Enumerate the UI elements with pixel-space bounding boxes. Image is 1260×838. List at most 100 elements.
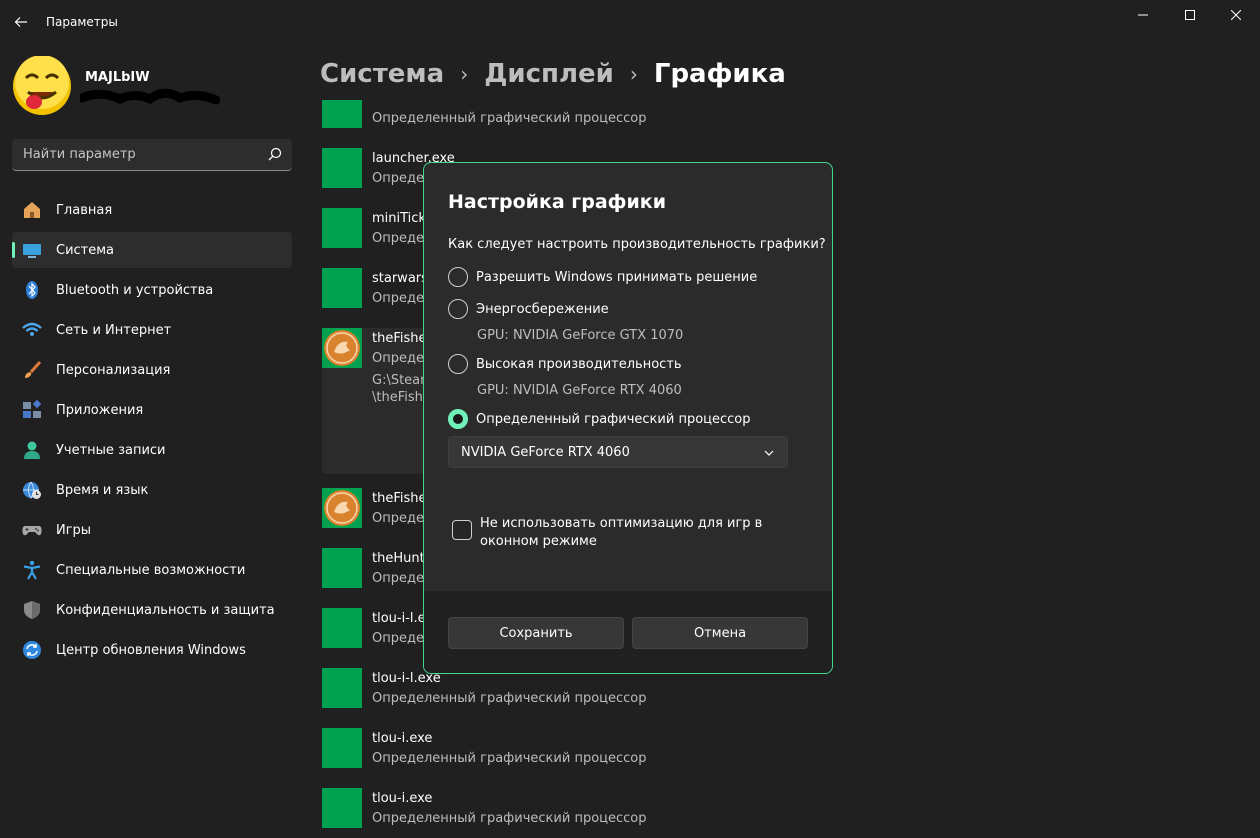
app-name: miniTick xyxy=(372,211,426,226)
sidebar-item-label: Время и язык xyxy=(56,483,149,498)
app-gpu-setting: Опреде xyxy=(372,351,424,366)
gpu-select[interactable]: NVIDIA GeForce RTX 4060 xyxy=(448,436,788,468)
chevron-right-icon: › xyxy=(629,62,638,86)
app-gpu-setting: Опреде xyxy=(372,171,424,186)
sidebar-item-personalization[interactable]: Персонализация xyxy=(12,352,292,388)
app-name: tlou-i.exe xyxy=(372,791,433,806)
sidebar-item-accounts[interactable]: Учетные записи xyxy=(12,432,292,468)
sidebar-item-network[interactable]: Сеть и Интернет xyxy=(12,312,292,348)
home-icon xyxy=(24,202,40,218)
close-button[interactable] xyxy=(1213,0,1259,30)
app-gpu-setting: Опреде xyxy=(372,631,424,646)
app-name: theFishe xyxy=(372,331,427,346)
app-name: tlou-i-l.e xyxy=(372,611,426,626)
search-box[interactable] xyxy=(12,139,292,171)
chevron-right-icon: › xyxy=(460,62,469,86)
app-icon xyxy=(322,100,362,128)
sidebar-item-label: Центр обновления Windows xyxy=(56,643,246,658)
sidebar-item-label: Специальные возможности xyxy=(56,563,246,578)
sidebar-item-accessibility[interactable]: Специальные возможности xyxy=(12,552,292,588)
app-gpu-setting: Опреде xyxy=(372,291,424,306)
radio-let-windows-decide[interactable] xyxy=(448,267,468,287)
gpu-note: GPU: NVIDIA GeForce RTX 4060 xyxy=(477,383,682,398)
sidebar-item-label: Сеть и Интернет xyxy=(56,323,172,338)
radio-label[interactable]: Определенный графический процессор xyxy=(476,412,751,427)
checkbox-label[interactable]: Не использовать оптимизацию для игр в ок… xyxy=(480,515,820,551)
sidebar-item-label: Конфиденциальность и защита xyxy=(56,603,275,618)
brush-icon xyxy=(25,360,42,378)
app-icon xyxy=(322,548,362,588)
gpu-select-value: NVIDIA GeForce RTX 4060 xyxy=(461,445,630,460)
sidebar-nav: Главная Система Bluetooth и устройства С… xyxy=(12,192,292,672)
back-arrow-icon xyxy=(14,17,27,27)
sidebar-item-time-language[interactable]: Время и язык xyxy=(12,472,292,508)
app-icon xyxy=(322,488,362,528)
system-display-icon xyxy=(23,244,41,258)
sidebar-item-gaming[interactable]: Игры xyxy=(12,512,292,548)
radio-label[interactable]: Высокая производительность xyxy=(476,357,682,372)
sidebar-item-windows-update[interactable]: Центр обновления Windows xyxy=(12,632,292,668)
close-icon xyxy=(1231,10,1241,20)
title-bar: Параметры xyxy=(0,0,1260,44)
app-gpu-setting: Опреде xyxy=(372,231,424,246)
user-name: MAJLbIW xyxy=(85,70,150,85)
accessibility-icon xyxy=(23,560,41,580)
breadcrumb-display[interactable]: Дисплей xyxy=(484,59,614,89)
sidebar-item-label: Приложения xyxy=(56,403,144,418)
sidebar-item-label: Учетные записи xyxy=(56,443,166,458)
app-name: theHunt xyxy=(372,551,425,566)
save-button[interactable]: Сохранить xyxy=(448,617,624,649)
app-icon xyxy=(322,608,362,648)
app-icon xyxy=(322,728,362,768)
avatar[interactable] xyxy=(12,55,72,116)
radio-power-saving[interactable] xyxy=(448,299,468,319)
globe-clock-icon xyxy=(23,481,41,499)
windowed-optimization-checkbox[interactable] xyxy=(452,520,472,540)
radio-specific-gpu[interactable] xyxy=(448,409,468,429)
minimize-icon xyxy=(1138,14,1148,16)
breadcrumb-system[interactable]: Система xyxy=(320,59,444,89)
app-gpu-setting: Определенный графический процессор xyxy=(372,111,647,126)
sidebar-item-apps[interactable]: Приложения xyxy=(12,392,292,428)
app-gpu-setting: Опреде xyxy=(372,571,424,586)
radio-label[interactable]: Энергосбережение xyxy=(476,302,609,317)
app-icon xyxy=(322,788,362,828)
chevron-down-icon xyxy=(764,450,774,456)
sidebar-item-home[interactable]: Главная xyxy=(12,192,292,228)
app-name: theFishe xyxy=(372,491,427,506)
app-name: tlou-i.exe xyxy=(372,731,433,746)
sidebar-item-privacy[interactable]: Конфиденциальность и защита xyxy=(12,592,292,628)
dialog-title: Настройка графики xyxy=(448,191,667,213)
app-icon xyxy=(322,148,362,188)
back-button[interactable] xyxy=(8,9,34,35)
sidebar-item-label: Персонализация xyxy=(56,363,171,378)
emoji-avatar-icon xyxy=(13,55,71,115)
gamepad-icon xyxy=(22,526,42,536)
app-gpu-setting: Опреде xyxy=(372,511,424,526)
app-icon xyxy=(322,328,362,368)
cancel-button[interactable]: Отмена xyxy=(632,617,808,649)
sidebar-item-label: Система xyxy=(56,243,115,258)
app-gpu-setting: Определенный графический процессор xyxy=(372,691,647,706)
app-gpu-setting: Определенный графический процессор xyxy=(372,811,647,826)
graphics-settings-dialog: Настройка графики Как следует настроить … xyxy=(423,162,833,674)
dialog-question: Как следует настроить производительность… xyxy=(448,237,826,252)
fishing-game-icon xyxy=(324,330,360,366)
radio-label[interactable]: Разрешить Windows принимать решение xyxy=(476,270,757,285)
minimize-button[interactable] xyxy=(1120,0,1166,30)
maximize-icon xyxy=(1185,10,1195,20)
app-name: starwars xyxy=(372,271,428,286)
bluetooth-icon xyxy=(26,281,38,299)
sidebar-item-bluetooth[interactable]: Bluetooth и устройства xyxy=(12,272,292,308)
sidebar-item-label: Bluetooth и устройства xyxy=(56,283,214,298)
maximize-button[interactable] xyxy=(1167,0,1213,30)
search-icon[interactable] xyxy=(268,147,282,161)
app-icon xyxy=(322,208,362,248)
redacted-email xyxy=(77,86,221,108)
search-input[interactable] xyxy=(12,139,262,169)
sidebar-item-label: Игры xyxy=(56,523,92,538)
sidebar-item-system[interactable]: Система xyxy=(12,232,292,268)
fishing-game-icon xyxy=(324,490,360,526)
breadcrumb-graphics: Графика xyxy=(653,59,786,89)
radio-high-performance[interactable] xyxy=(448,354,468,374)
